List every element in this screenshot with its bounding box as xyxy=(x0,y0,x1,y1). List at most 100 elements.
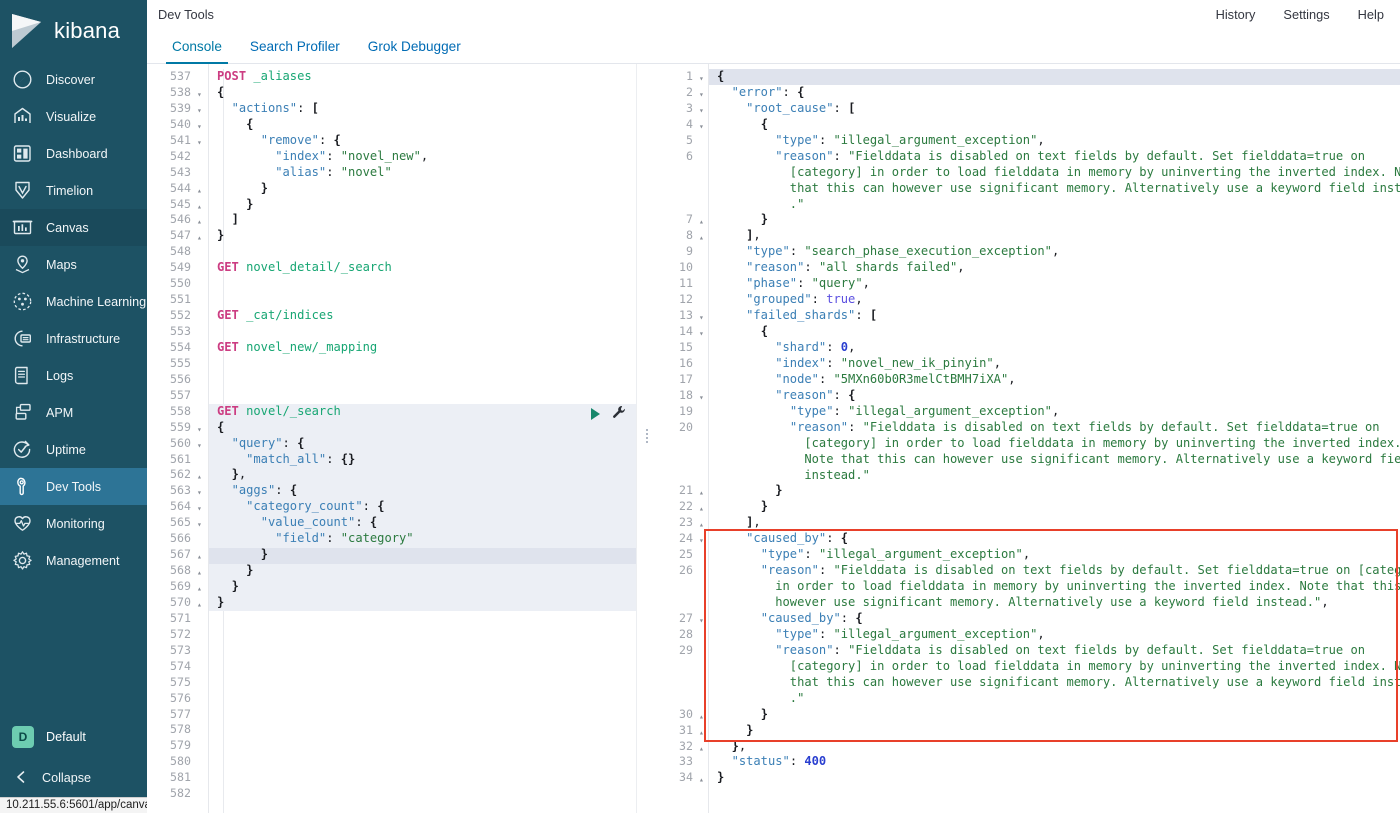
sidebar-item-visualize[interactable]: Visualize xyxy=(0,98,147,135)
sidebar-item-machine-learning[interactable]: Machine Learning xyxy=(0,283,147,320)
line-number: 556 xyxy=(170,371,191,386)
code-line: 580 xyxy=(147,754,636,770)
sidebar-item-management[interactable]: Management xyxy=(0,542,147,579)
sidebar-item-label: Uptime xyxy=(46,442,86,457)
collapse-sidebar-button[interactable]: Collapse xyxy=(0,763,147,793)
code-line: 537 POST _aliases xyxy=(147,69,636,85)
code-line: 581 xyxy=(147,770,636,786)
code-text: } xyxy=(217,594,225,609)
code-line: 7 ▴ } xyxy=(659,212,1400,228)
code-text: } xyxy=(746,722,754,737)
primary-sidebar: kibana Discover Visualize Dashboard Timelio… xyxy=(0,0,147,813)
code-line: 32 ▴ }, xyxy=(659,739,1400,755)
sidebar-item-timelion[interactable]: Timelion xyxy=(0,172,147,209)
code-text: "reason": "Fielddata is disabled on text… xyxy=(775,642,1400,705)
sidebar-item-label: Dev Tools xyxy=(46,479,102,494)
line-number: 581 xyxy=(170,770,191,785)
sidebar-item-logs[interactable]: Logs xyxy=(0,357,147,394)
code-line: 25 "type": "illegal_argument_exception", xyxy=(659,547,1400,563)
line-number: 576 xyxy=(170,690,191,705)
code-line: 575 xyxy=(147,675,636,691)
code-line: 553 xyxy=(147,324,636,340)
code-line: 15 "shard": 0, xyxy=(659,340,1400,356)
header-link-history[interactable]: History xyxy=(1216,7,1256,22)
page-title: Dev Tools xyxy=(158,7,214,22)
code-line: 8 ▴ ], xyxy=(659,228,1400,244)
code-text: "shard": 0, xyxy=(775,339,856,354)
line-number: 3 xyxy=(686,100,693,115)
code-text: "error": { xyxy=(731,84,805,99)
code-line: 22 ▴ } xyxy=(659,499,1400,515)
code-text: } xyxy=(760,499,768,514)
code-line: 565 ▾ "value_count": { xyxy=(147,515,636,531)
tab-grok-debugger[interactable]: Grok Debugger xyxy=(354,40,475,63)
code-line: 11 "phase": "query", xyxy=(659,276,1400,292)
line-number: 580 xyxy=(170,754,191,769)
canvas-icon xyxy=(12,217,33,238)
response-editor[interactable]: 1 ▾{2 ▾ "error": {3 ▾ "root_cause": [4 ▾ {5 … xyxy=(659,64,1400,813)
code-line: 542 "index": "novel_new", xyxy=(147,149,636,165)
code-text: "reason": "all shards failed", xyxy=(746,260,965,275)
editor-split-view: 537 POST _aliases 538 ▾{539 ▾ "actions": [54… xyxy=(147,64,1400,813)
bar-chart-icon xyxy=(12,106,33,127)
code-line: 18 ▾ "reason": { xyxy=(659,388,1400,404)
line-number: 30 xyxy=(679,706,693,721)
header-link-help[interactable]: Help xyxy=(1358,7,1384,22)
sidebar-item-dashboard[interactable]: Dashboard xyxy=(0,135,147,172)
send-request-play-icon[interactable] xyxy=(591,408,600,421)
sidebar-item-monitoring[interactable]: Monitoring xyxy=(0,505,147,542)
sidebar-item-label: Machine Learning xyxy=(46,294,147,309)
line-number: 33 xyxy=(679,754,693,769)
line-number: 1 xyxy=(686,69,693,83)
line-number: 26 xyxy=(679,563,693,578)
code-line: 572 xyxy=(147,627,636,643)
sidebar-item-label: Logs xyxy=(46,368,74,383)
code-text: } xyxy=(717,770,725,785)
line-number: 553 xyxy=(170,324,191,338)
code-line: 24 ▾ "caused_by": { xyxy=(659,531,1400,547)
code-text: } xyxy=(260,180,268,195)
code-text: "caused_by": { xyxy=(760,611,863,625)
code-line: 33 "status": 400 xyxy=(659,754,1400,770)
code-line: 14 ▾ { xyxy=(659,324,1400,340)
line-number: 15 xyxy=(679,339,693,354)
line-number: 19 xyxy=(679,403,693,418)
brand-logo[interactable]: kibana xyxy=(0,0,147,61)
line-number: 548 xyxy=(170,244,191,259)
resize-grip-dots-icon xyxy=(646,429,648,443)
space-selector[interactable]: D Default xyxy=(0,719,147,755)
editor-resize-handle[interactable] xyxy=(637,64,659,813)
request-wrench-icon[interactable] xyxy=(612,405,626,424)
sidebar-item-uptime[interactable]: Uptime xyxy=(0,431,147,468)
line-number: 9 xyxy=(686,244,693,259)
code-line: 16 "index": "novel_new_ik_pinyin", xyxy=(659,356,1400,372)
collapse-label: Collapse xyxy=(42,771,92,785)
sidebar-item-infrastructure[interactable]: Infrastructure xyxy=(0,320,147,357)
brand-name: kibana xyxy=(54,17,121,43)
code-text: "aggs": { xyxy=(231,483,298,498)
line-number: 20 xyxy=(679,419,693,434)
space-label: Default xyxy=(46,730,86,744)
line-number: 541 xyxy=(170,132,191,147)
line-number: 577 xyxy=(170,706,191,721)
sidebar-item-label: Dashboard xyxy=(46,146,108,161)
line-number: 555 xyxy=(170,355,191,370)
uptime-icon xyxy=(12,439,33,460)
code-line: 29 "reason": "Fielddata is disabled on t… xyxy=(659,643,1400,707)
sidebar-item-maps[interactable]: Maps xyxy=(0,246,147,283)
code-fold-toggle[interactable]: ▴ xyxy=(699,772,704,788)
code-text: "alias": "novel" xyxy=(275,164,392,179)
sidebar-item-canvas[interactable]: Canvas xyxy=(0,209,147,246)
tab-console[interactable]: Console xyxy=(158,40,236,64)
console-tabs: Console Search Profiler Grok Debugger xyxy=(147,29,1400,64)
code-text: { xyxy=(760,324,768,339)
sidebar-item-apm[interactable]: APM xyxy=(0,394,147,431)
code-text: ], xyxy=(746,228,761,243)
sidebar-item-discover[interactable]: Discover xyxy=(0,61,147,98)
header-link-settings[interactable]: Settings xyxy=(1283,7,1329,22)
request-editor[interactable]: 537 POST _aliases 538 ▾{539 ▾ "actions": [54… xyxy=(147,64,637,813)
line-number: 567 xyxy=(170,547,191,562)
code-text: "remove": { xyxy=(260,132,341,147)
tab-search-profiler[interactable]: Search Profiler xyxy=(236,40,354,63)
sidebar-item-dev-tools[interactable]: Dev Tools xyxy=(0,468,147,505)
